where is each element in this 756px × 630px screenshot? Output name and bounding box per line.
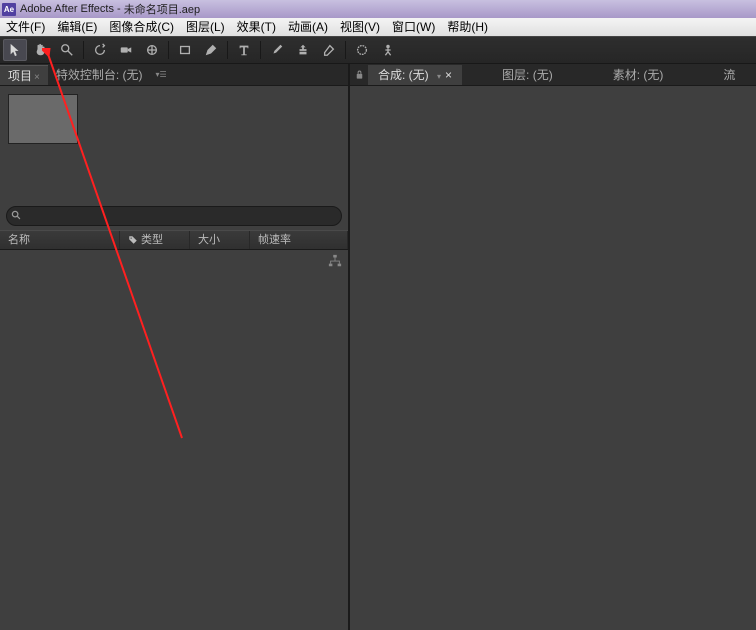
col-name[interactable]: 名称	[0, 231, 120, 249]
tag-icon	[128, 235, 138, 245]
right-panel-tabs: 合成: (无) ▾× 图层: (无) 素材: (无) 流	[350, 64, 756, 86]
workspace: 项目× 特效控制台: (无) ▾☰ 名称 类型 大小 帧速率	[0, 64, 756, 630]
tool-separator	[227, 41, 228, 59]
comp-dropdown-icon[interactable]: ▾	[433, 72, 445, 81]
text-tool[interactable]	[232, 39, 256, 61]
menu-help[interactable]: 帮助(H)	[441, 18, 494, 36]
menu-composition[interactable]: 图像合成(C)	[103, 18, 180, 36]
pan-behind-tool[interactable]	[140, 39, 164, 61]
brush-tool[interactable]	[265, 39, 289, 61]
tool-bar	[0, 36, 756, 64]
menu-edit[interactable]: 编辑(E)	[51, 18, 103, 36]
menu-window[interactable]: 窗口(W)	[386, 18, 441, 36]
tool-separator	[260, 41, 261, 59]
tab-project-label: 项目	[8, 69, 32, 83]
project-thumbnail	[8, 94, 78, 144]
left-panel-tabs: 项目× 特效控制台: (无) ▾☰	[0, 64, 348, 86]
pen-tool[interactable]	[199, 39, 223, 61]
selection-tool[interactable]	[3, 39, 27, 61]
tool-separator	[168, 41, 169, 59]
app-icon: Ae	[2, 3, 16, 16]
col-size[interactable]: 大小	[190, 231, 250, 249]
camera-tool[interactable]	[114, 39, 138, 61]
eraser-tool[interactable]	[317, 39, 341, 61]
menu-animation[interactable]: 动画(A)	[282, 18, 334, 36]
flowchart-icon[interactable]	[328, 254, 342, 268]
clone-stamp-tool[interactable]	[291, 39, 315, 61]
tab-close-icon[interactable]: ×	[34, 72, 40, 83]
col-type[interactable]: 类型	[120, 231, 190, 249]
project-thumbnail-area	[0, 86, 348, 152]
title-file-name: 未命名项目.aep	[124, 1, 200, 17]
roto-brush-tool[interactable]	[350, 39, 374, 61]
col-framerate[interactable]: 帧速率	[250, 231, 348, 249]
title-app-name: Adobe After Effects	[20, 3, 114, 15]
lock-icon[interactable]	[350, 65, 368, 85]
menu-file[interactable]: 文件(F)	[0, 18, 51, 36]
menu-effect[interactable]: 效果(T)	[231, 18, 282, 36]
tool-separator	[345, 41, 346, 59]
zoom-tool[interactable]	[55, 39, 79, 61]
tab-composition[interactable]: 合成: (无) ▾×	[368, 65, 462, 85]
composition-viewer[interactable]	[350, 86, 756, 630]
title-sep: -	[114, 3, 124, 15]
project-items-list[interactable]	[0, 250, 348, 630]
menu-layer[interactable]: 图层(L)	[180, 18, 231, 36]
hand-tool[interactable]	[29, 39, 53, 61]
tab-effects-label: 特效控制台: (无)	[56, 68, 143, 82]
project-search-row	[0, 202, 348, 230]
project-columns-header: 名称 类型 大小 帧速率	[0, 230, 348, 250]
title-bar: Ae Adobe After Effects - 未命名项目.aep	[0, 0, 756, 18]
tab-effect-controls[interactable]: 特效控制台: (无)	[48, 65, 151, 85]
tab-flowchart[interactable]: 流	[713, 65, 745, 85]
rotation-tool[interactable]	[88, 39, 112, 61]
search-icon	[11, 210, 22, 221]
tab-project[interactable]: 项目×	[0, 65, 48, 85]
tab-layer[interactable]: 图层: (无)	[492, 65, 563, 85]
menu-bar: 文件(F) 编辑(E) 图像合成(C) 图层(L) 效果(T) 动画(A) 视图…	[0, 18, 756, 36]
tab-close-icon[interactable]: ×	[445, 68, 452, 82]
tab-footage[interactable]: 素材: (无)	[603, 65, 674, 85]
menu-view[interactable]: 视图(V)	[334, 18, 386, 36]
project-panel: 项目× 特效控制台: (无) ▾☰ 名称 类型 大小 帧速率	[0, 64, 350, 630]
tool-separator	[83, 41, 84, 59]
col-type-label: 类型	[141, 230, 163, 250]
panel-menu-dropdown[interactable]: ▾☰	[152, 70, 171, 79]
tab-comp-label: 合成: (无)	[378, 68, 429, 82]
puppet-tool[interactable]	[376, 39, 400, 61]
rectangle-tool[interactable]	[173, 39, 197, 61]
project-search-input[interactable]	[6, 206, 342, 226]
composition-panel: 合成: (无) ▾× 图层: (无) 素材: (无) 流	[350, 64, 756, 630]
